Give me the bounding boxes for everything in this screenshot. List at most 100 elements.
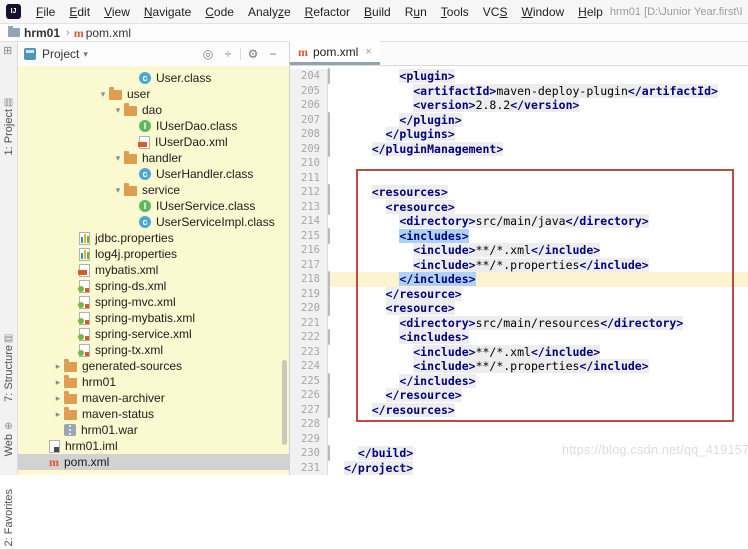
chevron-right-icon[interactable]: ▸	[52, 361, 64, 372]
project-panel-title[interactable]: Project	[42, 47, 79, 61]
code-line-211[interactable]: 211	[290, 171, 748, 186]
hide-panel-icon[interactable]: −	[263, 47, 283, 61]
menu-item-window[interactable]: Window	[514, 3, 571, 21]
tree-item-log4j-properties[interactable]: log4j.properties	[18, 246, 289, 262]
chevron-down-icon[interactable]: ▾	[83, 49, 88, 60]
menu-item-refactor[interactable]: Refactor	[298, 3, 357, 21]
code-line-231[interactable]: 231</project>	[290, 461, 748, 476]
fold-marker-icon[interactable]	[328, 68, 330, 84]
tree-item-spring-ds-xml[interactable]: spring-ds.xml	[18, 278, 289, 294]
tree-item-hrm01-iml[interactable]: hrm01.iml	[18, 438, 289, 454]
menu-item-edit[interactable]: Edit	[62, 3, 97, 21]
tree-item-iuserdao-xml[interactable]: IUserDao.xml	[18, 134, 289, 150]
fold-marker-icon[interactable]	[328, 329, 330, 345]
code-line-218[interactable]: 218 </includes>	[290, 272, 748, 287]
code-line-219[interactable]: 219 </resource>	[290, 287, 748, 302]
fold-marker-icon[interactable]	[328, 387, 330, 403]
tree-item-jdbc-properties[interactable]: jdbc.properties	[18, 230, 289, 246]
collapse-all-icon[interactable]: ÷	[218, 47, 238, 61]
breadcrumb-project[interactable]: hrm01	[24, 26, 60, 40]
menu-item-vcs[interactable]: VCS	[476, 3, 515, 21]
toolwindow-button-favorites[interactable]: 2: Favorites	[0, 489, 17, 549]
code-line-229[interactable]: 229	[290, 432, 748, 447]
menu-item-code[interactable]: Code	[198, 3, 241, 21]
tree-item-hrm01[interactable]: ▸hrm01	[18, 374, 289, 390]
fold-marker-icon[interactable]	[328, 300, 330, 316]
fold-marker-icon[interactable]	[328, 184, 330, 200]
code-line-221[interactable]: 221 <directory>src/main/resources</direc…	[290, 316, 748, 331]
code-line-225[interactable]: 225 </includes>	[290, 374, 748, 389]
code-line-212[interactable]: 212 <resources>	[290, 185, 748, 200]
tree-item-spring-service-xml[interactable]: spring-service.xml	[18, 326, 289, 342]
tool-windows-grid-icon[interactable]: ⊞	[3, 44, 12, 57]
chevron-right-icon[interactable]: ▸	[52, 377, 64, 388]
menu-item-build[interactable]: Build	[357, 3, 398, 21]
breadcrumb-file[interactable]: pom.xml	[86, 26, 131, 40]
menu-item-run[interactable]: Run	[398, 3, 434, 21]
menu-item-view[interactable]: View	[97, 3, 137, 21]
menu-item-navigate[interactable]: Navigate	[137, 3, 198, 21]
locate-icon[interactable]: ◎	[198, 47, 218, 61]
fold-marker-icon[interactable]	[328, 445, 330, 461]
tree-scrollbar[interactable]	[282, 360, 287, 445]
tree-item-dao[interactable]: ▾dao	[18, 102, 289, 118]
tree-item-userhandler-class[interactable]: cUserHandler.class	[18, 166, 289, 182]
tree-item-spring-mybatis-xml[interactable]: spring-mybatis.xml	[18, 310, 289, 326]
code-line-205[interactable]: 205 <artifactId>maven-deploy-plugin</art…	[290, 84, 748, 99]
chevron-down-icon[interactable]: ▾	[112, 185, 124, 196]
menu-item-file[interactable]: File	[29, 3, 62, 21]
close-icon[interactable]: ×	[365, 46, 371, 58]
tree-item-spring-tx-xml[interactable]: spring-tx.xml	[18, 342, 289, 358]
code-line-217[interactable]: 217 <include>**/*.properties</include>	[290, 258, 748, 273]
code-line-204[interactable]: 204 <plugin>	[290, 69, 748, 84]
tree-item-mybatis-xml[interactable]: mybatis.xml	[18, 262, 289, 278]
chevron-down-icon[interactable]: ▾	[97, 89, 109, 100]
tree-item-iuserservice-class[interactable]: IIUserService.class	[18, 198, 289, 214]
tree-item-hrm01-war[interactable]: hrm01.war	[18, 422, 289, 438]
tree-item-spring-mvc-xml[interactable]: spring-mvc.xml	[18, 294, 289, 310]
code-line-220[interactable]: 220 <resource>	[290, 301, 748, 316]
tree-item-generated-sources[interactable]: ▸generated-sources	[18, 358, 289, 374]
fold-marker-icon[interactable]	[328, 141, 330, 157]
chevron-down-icon[interactable]: ▾	[112, 153, 124, 164]
tree-item-user[interactable]: ▾user	[18, 86, 289, 102]
chevron-right-icon[interactable]: ▸	[52, 409, 64, 420]
code-line-216[interactable]: 216 <include>**/*.xml</include>	[290, 243, 748, 258]
code-editor[interactable]: 204 <plugin>205 <artifactId>maven-deploy…	[290, 66, 748, 475]
fold-marker-icon[interactable]	[328, 126, 330, 142]
code-line-206[interactable]: 206 <version>2.8.2</version>	[290, 98, 748, 113]
chevron-down-icon[interactable]: ▾	[112, 105, 124, 116]
fold-marker-icon[interactable]	[328, 402, 330, 418]
code-line-227[interactable]: 227 </resources>	[290, 403, 748, 418]
code-line-223[interactable]: 223 <include>**/*.xml</include>	[290, 345, 748, 360]
tree-item-service[interactable]: ▾service	[18, 182, 289, 198]
code-line-222[interactable]: 222 <includes>	[290, 330, 748, 345]
tree-item-user-class[interactable]: cUser.class	[18, 70, 289, 86]
code-line-207[interactable]: 207 </plugin>	[290, 113, 748, 128]
menu-item-analyze[interactable]: Analyze	[241, 3, 298, 21]
tree-item-maven-status[interactable]: ▸maven-status	[18, 406, 289, 422]
code-line-215[interactable]: 215 <includes>	[290, 229, 748, 244]
code-line-213[interactable]: 213 <resource>	[290, 200, 748, 215]
menu-item-help[interactable]: Help	[571, 3, 610, 21]
toolwindow-button-project[interactable]: 1: Project	[0, 109, 17, 158]
tree-item-pom-xml[interactable]: mpom.xml	[18, 454, 289, 470]
code-line-214[interactable]: 214 <directory>src/main/java</directory>	[290, 214, 748, 229]
gear-icon[interactable]: ⚙	[243, 47, 263, 61]
code-line-230[interactable]: 230 </build>	[290, 446, 748, 461]
tab-pom-xml[interactable]: m pom.xml ×	[290, 41, 380, 65]
tree-item-maven-archiver[interactable]: ▸maven-archiver	[18, 390, 289, 406]
tree-item-iuserdao-class[interactable]: IIUserDao.class	[18, 118, 289, 134]
code-line-209[interactable]: 209 </pluginManagement>	[290, 142, 748, 157]
toolwindow-button-structure[interactable]: 7: Structure	[0, 345, 17, 405]
chevron-right-icon[interactable]: ▸	[52, 393, 64, 404]
code-line-224[interactable]: 224 <include>**/*.properties</include>	[290, 359, 748, 374]
toolwindow-button-web[interactable]: Web	[0, 434, 17, 459]
code-line-208[interactable]: 208 </plugins>	[290, 127, 748, 142]
fold-marker-icon[interactable]	[328, 228, 330, 244]
fold-marker-icon[interactable]	[328, 199, 330, 215]
tree-item-userserviceimpl-class[interactable]: cUserServiceImpl.class	[18, 214, 289, 230]
code-line-228[interactable]: 228	[290, 417, 748, 432]
code-line-226[interactable]: 226 </resource>	[290, 388, 748, 403]
menu-item-tools[interactable]: Tools	[434, 3, 476, 21]
